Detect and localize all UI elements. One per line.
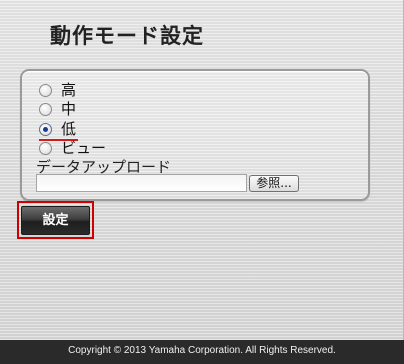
radio-button-high[interactable] xyxy=(39,83,52,97)
mode-panel: 高 中 低 ビュー データアップロード 参照... xyxy=(20,69,370,201)
radio-label-view: ビュー xyxy=(61,139,107,157)
radio-label-medium: 中 xyxy=(61,100,77,118)
browse-button[interactable]: 参照... xyxy=(249,175,299,192)
radio-option-low[interactable]: 低 xyxy=(39,120,76,138)
set-button[interactable]: 設定 xyxy=(21,206,90,235)
radio-button-view[interactable] xyxy=(39,141,52,155)
radio-button-medium[interactable] xyxy=(39,102,52,116)
radio-option-medium[interactable]: 中 xyxy=(39,100,76,118)
footer-copyright: Copyright © 2013 Yamaha Corporation. All… xyxy=(0,340,404,364)
page-title: 動作モード設定 xyxy=(50,24,204,48)
radio-button-low[interactable] xyxy=(39,122,52,136)
radio-label-high: 高 xyxy=(61,81,77,99)
file-path-input[interactable] xyxy=(36,174,247,192)
radio-option-view[interactable]: ビュー xyxy=(39,139,106,157)
radio-option-high[interactable]: 高 xyxy=(39,81,76,99)
radio-label-low: 低 xyxy=(61,120,77,138)
